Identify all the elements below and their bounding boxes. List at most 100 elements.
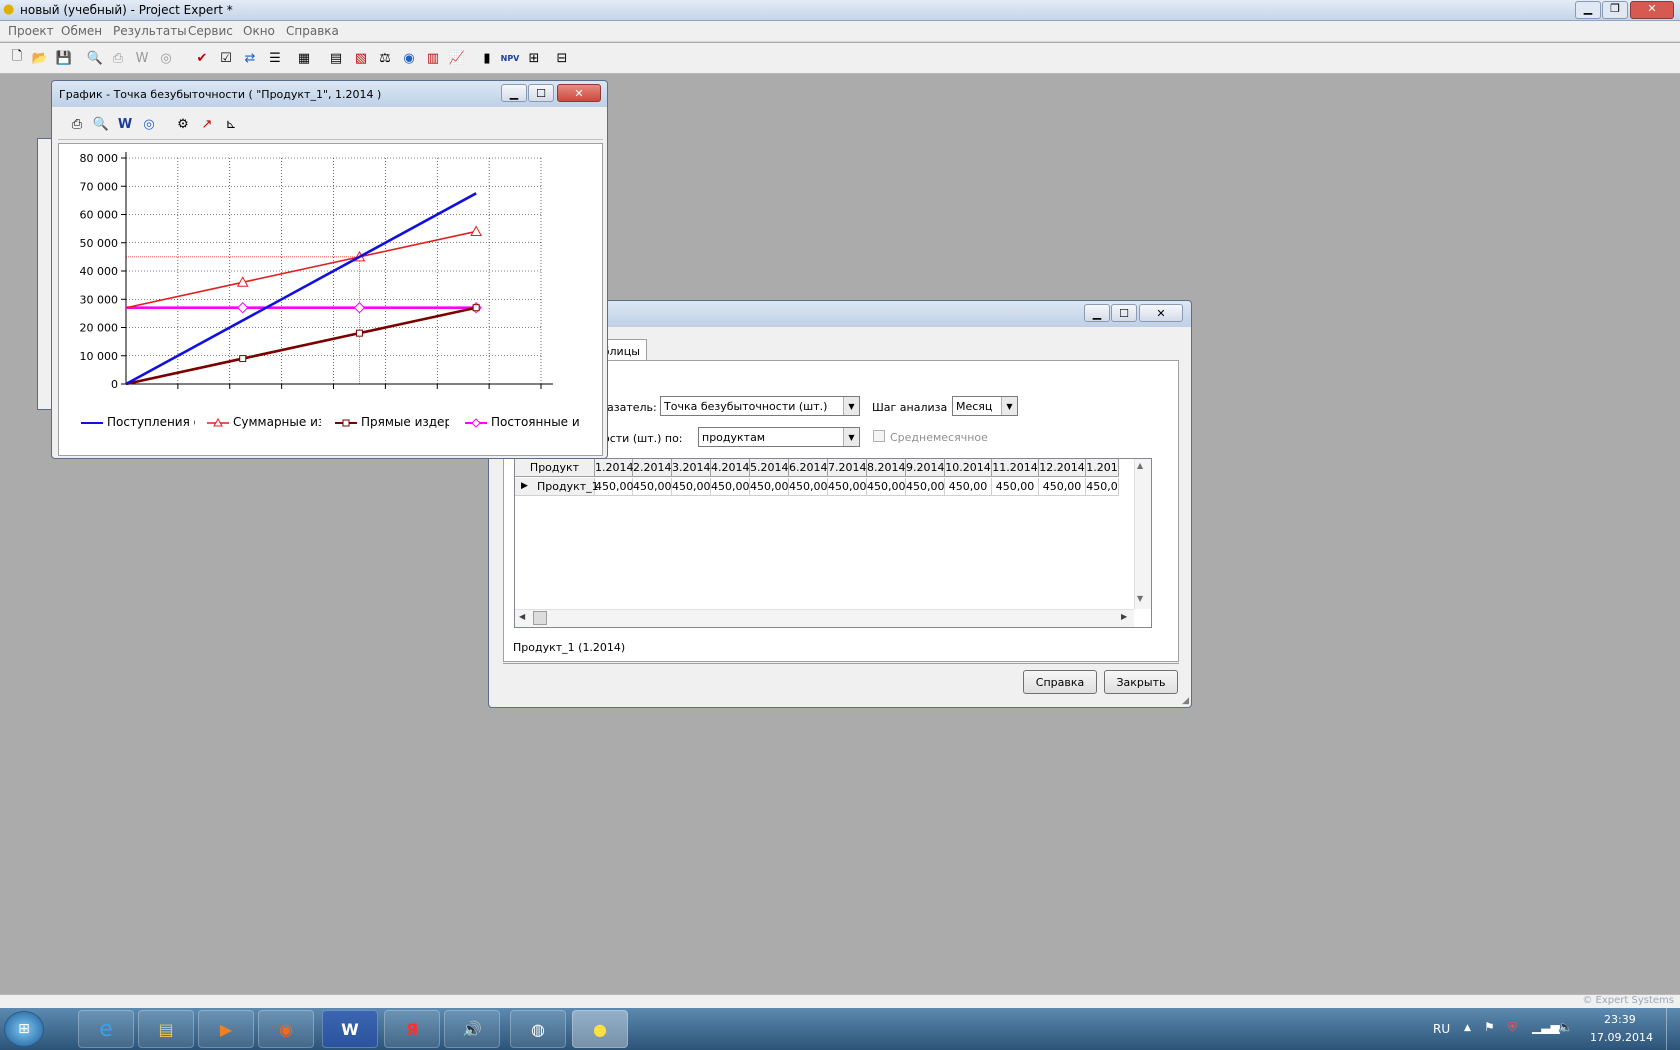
start-button[interactable]: ⊞	[4, 1011, 44, 1047]
chrome-icon[interactable]: ◍	[510, 1010, 566, 1048]
list-icon[interactable]: ☰	[265, 48, 285, 68]
chart-close-button[interactable]: ✕	[557, 84, 601, 102]
grid-cell[interactable]: 450,0	[1086, 478, 1119, 496]
check-icon[interactable]: ✔	[192, 48, 212, 68]
web-icon[interactable]: ◎	[156, 48, 176, 68]
globe-chart-icon[interactable]: ◉	[399, 48, 419, 68]
menu-help[interactable]: Справка	[286, 24, 339, 38]
grid-cell[interactable]: 450,00	[595, 478, 634, 496]
grid-header-month[interactable]: 8.2014	[867, 459, 906, 477]
chevron-down-icon[interactable]: ▼	[843, 397, 859, 415]
grid-header-month[interactable]: 11.2014	[992, 459, 1039, 477]
grid-header-month[interactable]: 4.2014	[711, 459, 750, 477]
by-select[interactable]: продуктам ▼	[698, 427, 860, 447]
flowchart-icon[interactable]: ⊞	[524, 48, 544, 68]
grid-cell[interactable]: 450,00	[672, 478, 711, 496]
tray-expand-icon[interactable]: ▲	[1464, 1023, 1471, 1033]
indicator-select[interactable]: Точка безубыточности (шт.) ▼	[660, 396, 860, 416]
minimize-button[interactable]: ▁	[1575, 1, 1601, 19]
media-player-icon[interactable]: ▶	[198, 1010, 254, 1048]
properties-icon[interactable]: ⚙	[173, 114, 193, 134]
grid-header-month[interactable]: 1.2014	[595, 459, 634, 477]
help-button[interactable]: Справка	[1023, 670, 1097, 694]
export-icon[interactable]: ⊟	[552, 48, 572, 68]
project-expert-app-icon[interactable]: ●	[572, 1010, 628, 1048]
grid-header-month[interactable]: 7.2014	[828, 459, 867, 477]
tray-lang[interactable]: RU	[1433, 1022, 1450, 1036]
step-select[interactable]: Месяц ▼	[952, 396, 1018, 416]
firefox-icon[interactable]: ◉	[258, 1010, 314, 1048]
table-close-button[interactable]: ✕	[1139, 304, 1183, 322]
grid-cell[interactable]: 450,00	[750, 478, 789, 496]
chevron-down-icon[interactable]: ▼	[1001, 397, 1017, 415]
grid-header-month[interactable]: 3.2014	[672, 459, 711, 477]
web-icon[interactable]: ◎	[139, 114, 159, 134]
scroll-left-icon[interactable]: ◀	[519, 612, 525, 621]
menu-exchange[interactable]: Обмен	[61, 24, 102, 38]
grid-cell[interactable]: 450,00	[828, 478, 867, 496]
scroll-down-icon[interactable]: ▼	[1137, 594, 1143, 603]
chart-minimize-button[interactable]: ▁	[501, 84, 527, 102]
ie-icon[interactable]: e	[78, 1010, 134, 1048]
table-maximize-button[interactable]: ☐	[1111, 304, 1137, 322]
npv-icon[interactable]: NPV	[500, 48, 520, 68]
close-dialog-button[interactable]: Закрыть	[1104, 670, 1178, 694]
grid-header-month[interactable]: 9.2014	[906, 459, 945, 477]
print-icon[interactable]: ⎙	[108, 48, 128, 68]
monthly-avg-checkbox[interactable]	[873, 430, 885, 442]
checklist-icon[interactable]: ☑	[216, 48, 236, 68]
transfer-icon[interactable]: ⇄	[240, 48, 260, 68]
grid-header-month[interactable]: 6.2014	[789, 459, 828, 477]
print-icon[interactable]: ⎙	[67, 114, 87, 134]
scroll-right-icon[interactable]: ▶	[1121, 612, 1127, 621]
scroll-thumb[interactable]	[533, 611, 547, 625]
vertical-scrollbar[interactable]	[1134, 459, 1151, 609]
grid-header-month[interactable]: 12.2014	[1039, 459, 1086, 477]
grid-cell[interactable]: 450,00	[945, 478, 992, 496]
grid-row-product[interactable]: ▶ Продукт_1	[515, 478, 599, 496]
chart-maximize-button[interactable]: ☐	[528, 84, 554, 102]
axes-icon[interactable]: ⊾	[221, 114, 241, 134]
show-desktop-button[interactable]	[1666, 1008, 1680, 1050]
data-grid[interactable]: Продукт 1.2014 2.2014 3.2014 4.2014 5.2014 6.2…	[514, 458, 1152, 628]
menu-results[interactable]: Результаты	[113, 24, 187, 38]
tray-network-icon[interactable]: ▁▃▅	[1532, 1020, 1560, 1034]
save-icon[interactable]: 💾	[54, 48, 74, 68]
grid-cell[interactable]: 450,00	[1039, 478, 1086, 496]
grid-cell[interactable]: 450,00	[906, 478, 945, 496]
grid-cell[interactable]: 450,00	[867, 478, 906, 496]
open-folder-icon[interactable]: 📂	[30, 48, 50, 68]
word-app-icon[interactable]: W	[322, 1010, 378, 1048]
grid-cell[interactable]: 450,00	[789, 478, 828, 496]
table-minimize-button[interactable]: ▁	[1084, 304, 1110, 322]
tray-date[interactable]: 17.09.2014	[1590, 1031, 1653, 1044]
cashflow-icon[interactable]: ▧	[351, 48, 371, 68]
grid-header-month[interactable]: 2.2014	[633, 459, 672, 477]
report-icon[interactable]: ▥	[423, 48, 443, 68]
scales-icon[interactable]: ⚖	[375, 48, 395, 68]
scroll-up-icon[interactable]: ▲	[1137, 461, 1143, 470]
menu-project[interactable]: Проект	[8, 24, 54, 38]
yandex-icon[interactable]: Я	[384, 1010, 440, 1048]
tray-antivirus-icon[interactable]: ⛨	[1508, 1020, 1517, 1035]
grid-cell[interactable]: 450,00	[633, 478, 672, 496]
new-file-icon[interactable]: 🗋	[7, 48, 27, 68]
tray-time[interactable]: 23:39	[1604, 1013, 1636, 1026]
table-icon[interactable]: ▦	[294, 48, 314, 68]
preview-icon[interactable]: 🔍	[85, 48, 105, 68]
horizontal-scrollbar[interactable]	[515, 609, 1134, 627]
tray-volume-icon[interactable]: 🔈	[1558, 1020, 1573, 1034]
word-icon[interactable]: W	[132, 48, 152, 68]
grid-header-month[interactable]: 5.2014	[750, 459, 789, 477]
preview-icon[interactable]: 🔍	[91, 114, 111, 134]
grid-cell[interactable]: 450,00	[992, 478, 1039, 496]
restore-button[interactable]: ❐	[1602, 1, 1628, 19]
chart-type-icon[interactable]: ↗	[197, 114, 217, 134]
word-icon[interactable]: W	[115, 114, 135, 134]
menu-window[interactable]: Окно	[243, 24, 275, 38]
grid-header-month[interactable]: 1.201	[1086, 459, 1119, 477]
chevron-down-icon[interactable]: ▼	[843, 428, 859, 446]
calc-icon[interactable]: ▤	[326, 48, 346, 68]
bar-chart-icon[interactable]: ▮	[477, 48, 497, 68]
grid-header-product[interactable]: Продукт	[515, 459, 595, 477]
